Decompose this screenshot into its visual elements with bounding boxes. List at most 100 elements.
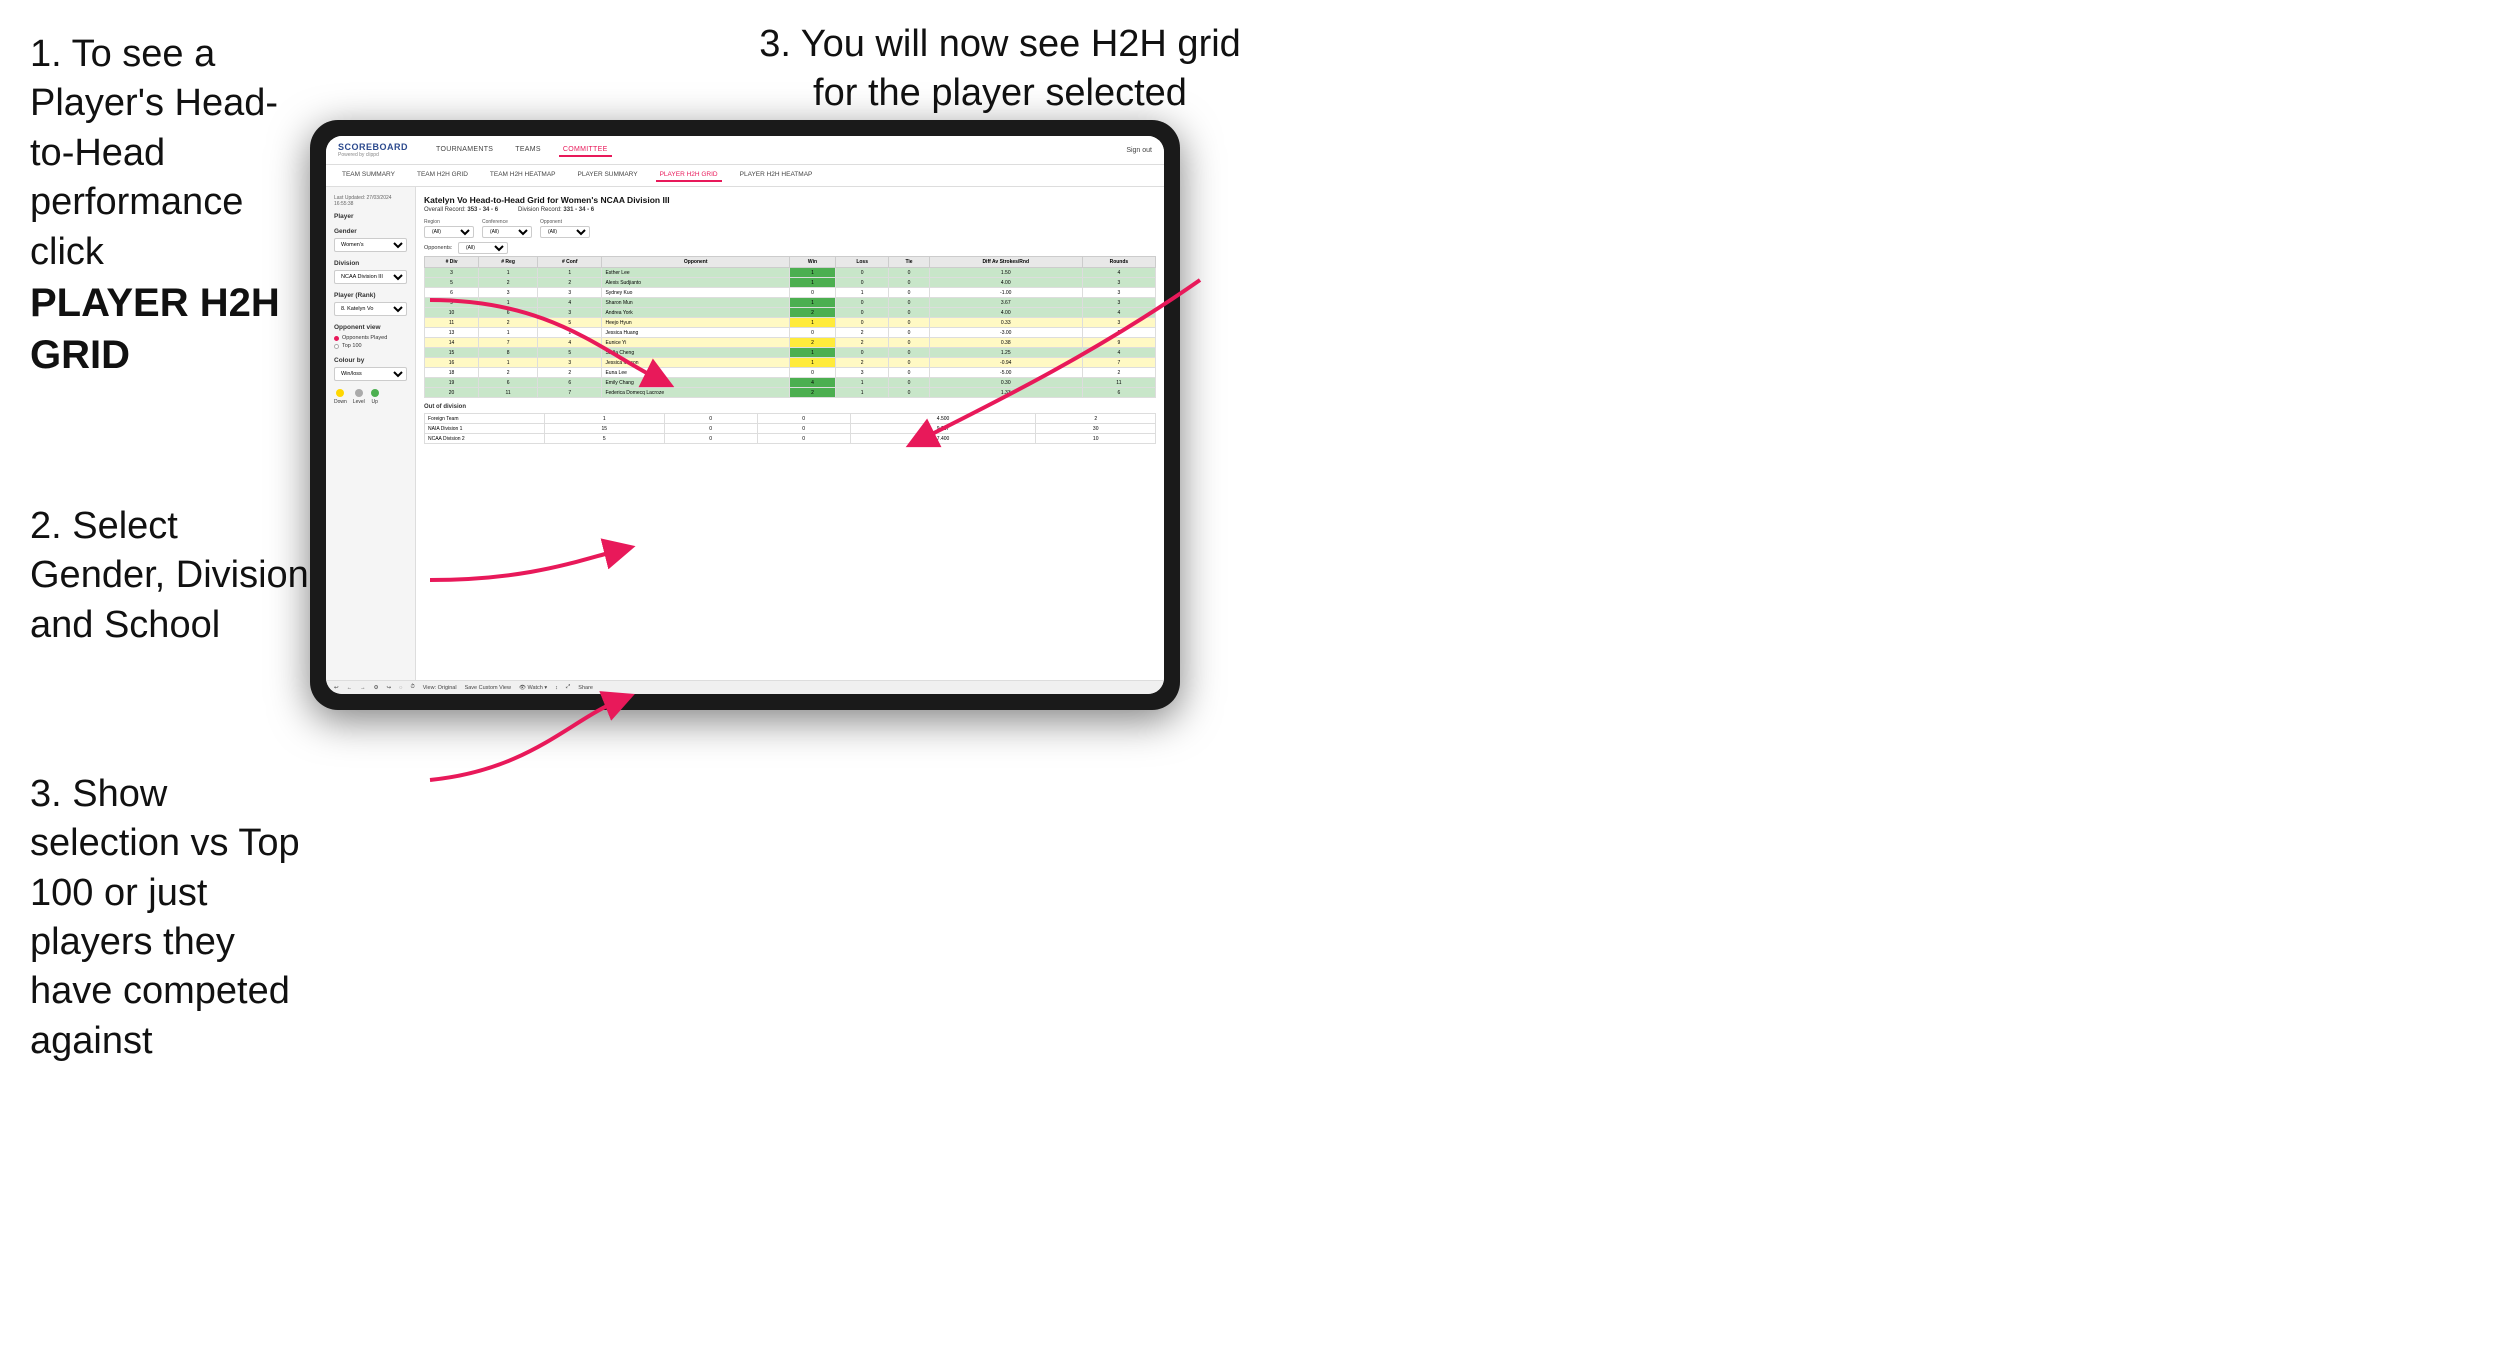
table-row: 19 6 6 Emily Chang 4 1 0 0.30 11 xyxy=(425,378,1156,388)
sign-out-link[interactable]: Sign out xyxy=(1126,147,1152,154)
cell-tie: 0 xyxy=(889,328,929,338)
cell-diff: 1.50 xyxy=(929,268,1082,278)
cell-rounds: 2 xyxy=(1082,328,1155,338)
cell-loss: 0 xyxy=(836,298,889,308)
legend-down-label: Down xyxy=(334,399,347,405)
cell-conf: 3 xyxy=(538,288,602,298)
bottom-toolbar: ↩ ← → ⚙ ↪ ◌ ⏱ View: Original Save Custom… xyxy=(326,680,1164,694)
instruction-top-right-text: 3. You will now see H2H grid for the pla… xyxy=(759,23,1241,114)
cell-opponent: Heejo Hyun xyxy=(602,318,789,328)
cell-opponent: Euna Lee xyxy=(602,368,789,378)
cell-diff: 0.33 xyxy=(929,318,1082,328)
toolbar-back[interactable]: ← xyxy=(347,685,353,691)
th-div: # Div xyxy=(425,257,479,268)
colour-by-select[interactable]: Win/loss xyxy=(334,367,407,381)
instruction-top-right: 3. You will now see H2H grid for the pla… xyxy=(750,20,1250,119)
subnav-player-h2h-heatmap[interactable]: PLAYER H2H HEATMAP xyxy=(736,169,817,182)
cell-tie: 0 xyxy=(889,358,929,368)
cell-tie: 0 xyxy=(889,348,929,358)
subnav-player-summary[interactable]: PLAYER SUMMARY xyxy=(574,169,642,182)
cell-diff: -0.94 xyxy=(929,358,1082,368)
cell-diff: 4.00 xyxy=(929,308,1082,318)
ood-cell-tie: 0 xyxy=(757,434,850,444)
main-data-table: # Div # Reg # Conf Opponent Win Loss Tie… xyxy=(424,256,1156,398)
ood-cell-diff: 9.267 xyxy=(850,424,1036,434)
toolbar-sort[interactable]: ↕ xyxy=(555,685,558,691)
toolbar-redo[interactable]: ↪ xyxy=(387,685,392,691)
table-row: 15 8 5 Stella Cheng 1 0 0 1.25 4 xyxy=(425,348,1156,358)
cell-rounds: 7 xyxy=(1082,358,1155,368)
subnav-team-h2h-heatmap[interactable]: TEAM H2H HEATMAP xyxy=(486,169,560,182)
cell-rounds: 6 xyxy=(1082,388,1155,398)
cell-div: 18 xyxy=(425,368,479,378)
cell-reg: 6 xyxy=(479,378,538,388)
toolbar-watch[interactable]: 👁 Watch ▾ xyxy=(519,685,547,691)
gender-select[interactable]: Women's xyxy=(334,238,407,252)
cell-opponent: Emily Chang xyxy=(602,378,789,388)
table-row: 13 1 1 Jessica Huang 0 2 0 -3.00 2 xyxy=(425,328,1156,338)
instruction-step1: 1. To see a Player's Head-to-Head perfor… xyxy=(30,30,310,382)
step3-left-text: 3. Show selection vs Top 100 or just pla… xyxy=(30,770,310,1066)
table-row: 10 6 3 Andrea York 2 0 0 4.00 4 xyxy=(425,308,1156,318)
cell-loss: 0 xyxy=(836,348,889,358)
cell-win: 1 xyxy=(789,358,835,368)
ood-cell-win: 5 xyxy=(545,434,665,444)
colour-by-label: Colour by xyxy=(334,357,407,364)
subnav-player-h2h-grid[interactable]: PLAYER H2H GRID xyxy=(656,169,722,182)
logo-text: SCOREBOARD xyxy=(338,142,408,152)
filter-region-label: Region xyxy=(424,219,474,225)
cell-conf: 1 xyxy=(538,328,602,338)
toolbar-save-custom-view[interactable]: Save Custom View xyxy=(465,685,511,691)
ood-cell-tie: 0 xyxy=(757,414,850,424)
division-label: Division xyxy=(334,260,407,267)
opponent-radio-group: Opponents Played Top 100 xyxy=(334,335,407,349)
player-rank-select[interactable]: 8. Katelyn Vo xyxy=(334,302,407,316)
table-row: 16 1 3 Jessica Mason 1 2 0 -0.94 7 xyxy=(425,358,1156,368)
division-select[interactable]: NCAA Division III xyxy=(334,270,407,284)
subnav-team-h2h-grid[interactable]: TEAM H2H GRID xyxy=(413,169,472,182)
toolbar-settings[interactable]: ⚙ xyxy=(374,685,379,691)
radio-opponents-played[interactable]: Opponents Played xyxy=(334,335,407,341)
toolbar-refresh[interactable]: ◌ xyxy=(399,685,402,691)
table-row: 18 2 2 Euna Lee 0 3 0 -5.00 2 xyxy=(425,368,1156,378)
toolbar-undo[interactable]: ↩ xyxy=(334,685,339,691)
cell-div: 3 xyxy=(425,268,479,278)
gender-label: Gender xyxy=(334,228,407,235)
radio-circle-opponents xyxy=(334,336,339,341)
filter-conference-select[interactable]: (All) xyxy=(482,226,532,238)
cell-loss: 2 xyxy=(836,338,889,348)
radio-top100[interactable]: Top 100 xyxy=(334,343,407,349)
cell-conf: 5 xyxy=(538,318,602,328)
toolbar-view-original[interactable]: View: Original xyxy=(423,685,457,691)
cell-opponent: Jessica Mason xyxy=(602,358,789,368)
tablet-screen: SCOREBOARD Powered by clippd TOURNAMENTS… xyxy=(326,136,1164,694)
cell-win: 1 xyxy=(789,268,835,278)
nav-teams[interactable]: TEAMS xyxy=(511,144,545,157)
ood-table-row: NAIA Division 1 15 0 0 9.267 30 xyxy=(425,424,1156,434)
toolbar-expand[interactable]: ⤢ xyxy=(566,684,570,691)
table-row: 20 11 7 Federica Domecq Lacroze 2 1 0 1.… xyxy=(425,388,1156,398)
filter-opponent-select[interactable]: (All) xyxy=(540,226,590,238)
toolbar-forward[interactable]: → xyxy=(360,685,366,691)
nav-tournaments[interactable]: TOURNAMENTS xyxy=(432,144,497,157)
filter-region-select[interactable]: (All) xyxy=(424,226,474,238)
filter-opponent-label: Opponent xyxy=(540,219,590,225)
cell-opponent: Jessica Huang xyxy=(602,328,789,338)
cell-reg: 1 xyxy=(479,298,538,308)
cell-reg: 1 xyxy=(479,268,538,278)
toolbar-share[interactable]: Share xyxy=(578,685,593,691)
subnav-team-summary[interactable]: TEAM SUMMARY xyxy=(338,169,399,182)
toolbar-timer[interactable]: ⏱ xyxy=(410,684,414,691)
player-label: Player xyxy=(334,213,407,220)
filter-conference-label: Conference xyxy=(482,219,532,225)
cell-div: 11 xyxy=(425,318,479,328)
cell-win: 0 xyxy=(789,368,835,378)
cell-div: 14 xyxy=(425,338,479,348)
opponents-select[interactable]: (All) xyxy=(458,242,508,254)
sidebar-opponent-view-section: Opponent view Opponents Played Top 100 xyxy=(334,324,407,349)
cell-div: 19 xyxy=(425,378,479,388)
cell-diff: -3.00 xyxy=(929,328,1082,338)
nav-committee[interactable]: COMMITTEE xyxy=(559,144,612,157)
logo-sub: Powered by clippd xyxy=(338,152,408,158)
ood-cell-label: NAIA Division 1 xyxy=(425,424,545,434)
